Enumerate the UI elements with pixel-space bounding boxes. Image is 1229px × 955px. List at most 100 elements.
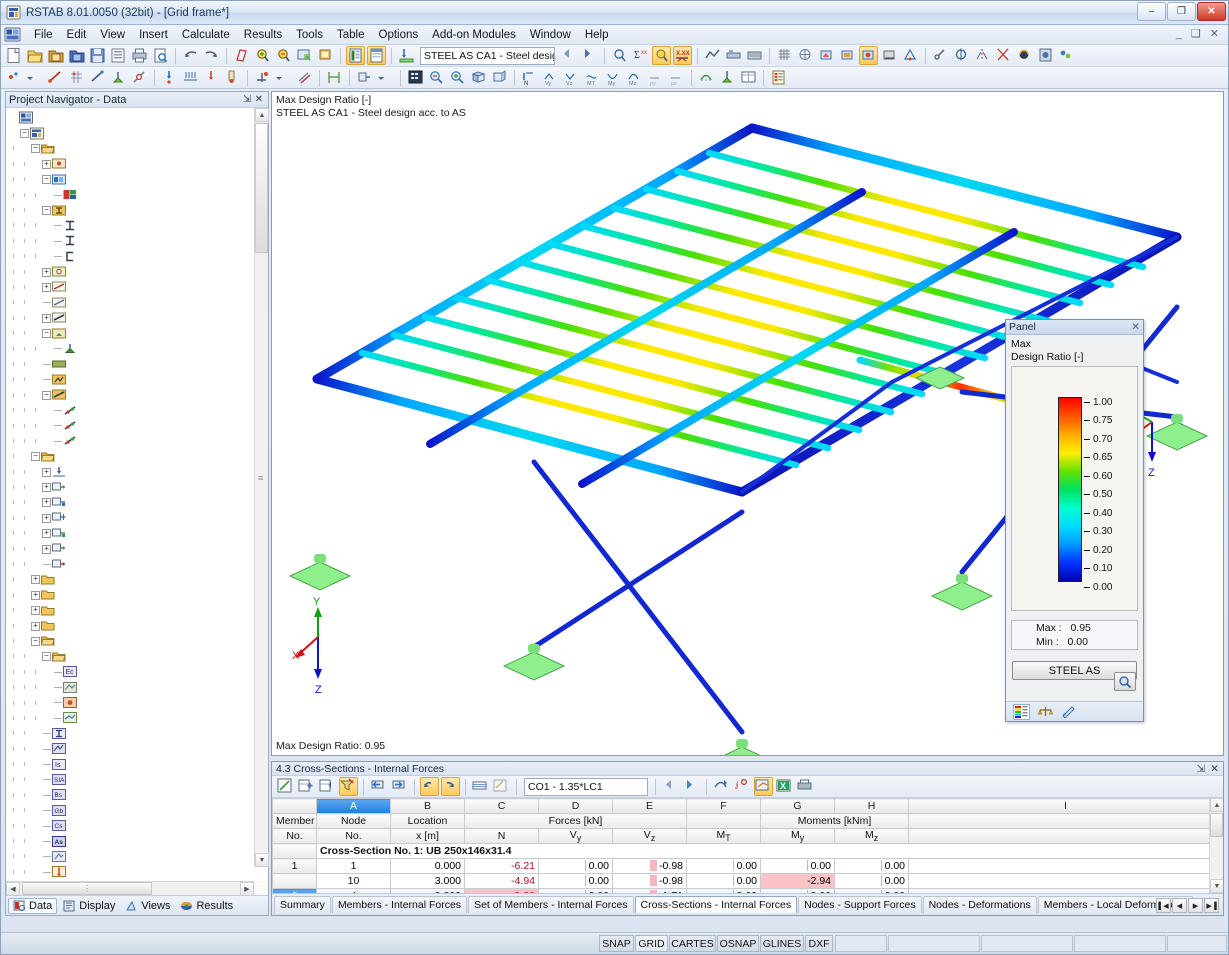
color-scale-icon[interactable] — [1013, 704, 1030, 720]
tab-members-internal-forces[interactable]: Members - Internal Forces — [332, 896, 467, 913]
scroll-thumb[interactable] — [255, 123, 268, 253]
load-case-icon[interactable] — [397, 46, 416, 65]
tree-item-3-pfc-75x40x6-as-nzs-3679-1-30[interactable] — [8, 249, 268, 264]
scroll-up-arrow[interactable]: ▲ — [255, 108, 269, 122]
tree-item-add-on-modules[interactable]: − — [8, 633, 268, 648]
table-load-case-combo[interactable]: CO1 - 1.35*LC1 — [524, 778, 648, 796]
undo-icon[interactable] — [181, 46, 200, 65]
row-number[interactable]: 1 — [273, 859, 317, 874]
dimension-icon[interactable] — [325, 68, 344, 87]
hinge-new-icon[interactable] — [130, 68, 149, 87]
prev-record-button[interactable]: ◀ — [1172, 898, 1187, 913]
dropdown-arrow-icon[interactable] — [376, 68, 395, 87]
table-row[interactable]: 103.000-4.940.00-0.980.00-2.940.00 — [273, 874, 1223, 889]
load-node-icon[interactable] — [160, 68, 179, 87]
mirror-icon[interactable] — [973, 46, 992, 65]
result-vz-icon[interactable]: Vz — [562, 68, 581, 87]
result-py-icon[interactable]: py — [646, 68, 665, 87]
status-grid[interactable]: GRID — [635, 935, 668, 952]
tree-item-2-ub-175x90x16-1-as-nzs-3679-1[interactable] — [8, 233, 268, 248]
table-select-icon[interactable]: ⅈ — [733, 777, 752, 796]
table-redo-icon[interactable] — [441, 777, 460, 796]
tree-item-load-cases-and-combinations[interactable]: − — [8, 449, 268, 464]
nav-tab-views[interactable]: Views — [121, 899, 174, 913]
tree-item-concrete-design-of-concrete-m[interactable] — [8, 679, 268, 694]
cell-node-no[interactable]: 1 — [317, 859, 391, 874]
nav-tab-results[interactable]: Results — [176, 899, 237, 913]
load-member-icon[interactable] — [181, 68, 200, 87]
menu-add-on-modules[interactable]: Add-on Modules — [425, 27, 523, 43]
col-letter-c[interactable]: C — [465, 799, 539, 814]
member-line-icon[interactable] — [88, 68, 107, 87]
tree-item-steel-sia-design-of-steel-members-a[interactable]: SIA — [8, 772, 268, 787]
table-next-col-icon[interactable] — [390, 777, 409, 796]
tree-expander[interactable]: + — [41, 482, 52, 492]
table-row[interactable]: 110.000-6.210.00-0.980.000.000.00 — [273, 859, 1223, 874]
result-n-icon[interactable]: N — [520, 68, 539, 87]
tree-item-cross-sections[interactable]: − — [8, 202, 268, 217]
view-zoom-prev-icon[interactable] — [427, 68, 446, 87]
result-mz-icon[interactable]: Mz — [625, 68, 644, 87]
next-record-button[interactable]: ▶ — [1188, 898, 1203, 913]
menu-window[interactable]: Window — [523, 27, 578, 43]
result-sum-icon[interactable]: Σxx — [631, 46, 650, 65]
nav-tab-display[interactable]: Display — [59, 899, 119, 913]
tree-item-member-nonlinearities[interactable] — [8, 372, 268, 387]
tree-item-materials[interactable]: − — [8, 172, 268, 187]
tree-item-steel-ec3-design-of-steel-memb[interactable]: Ec — [8, 664, 268, 679]
cell-extra[interactable] — [909, 859, 1223, 874]
status-dxf[interactable]: DXF — [805, 935, 833, 952]
copy-obj-icon[interactable] — [295, 68, 314, 87]
tree-item-guide-objects[interactable]: + — [8, 618, 268, 633]
cell-torsion-mt[interactable]: 0.00 — [687, 874, 761, 889]
nav-tab-data[interactable]: Data — [8, 898, 57, 914]
tree-expander[interactable]: + — [41, 282, 52, 292]
tree-item-model-data[interactable]: − — [8, 141, 268, 156]
tree-expander[interactable]: − — [41, 390, 52, 400]
status-osnap[interactable]: OSNAP — [717, 935, 759, 952]
cell-shear-vz[interactable]: -0.98 — [613, 874, 687, 889]
maximize-button[interactable]: ❐ — [1167, 2, 1196, 21]
cell-moment-my[interactable]: 0.00 — [761, 859, 835, 874]
navigator-vertical-scrollbar[interactable]: ▲ ≡ ▼ — [254, 108, 268, 867]
circle-select-icon[interactable] — [952, 46, 971, 65]
tree-expander[interactable]: − — [41, 328, 52, 338]
grid-scroll-thumb[interactable] — [1210, 813, 1223, 837]
tree-expander[interactable]: + — [30, 574, 41, 584]
tree-item-timber-pro-design-of-timber-me[interactable] — [8, 695, 268, 710]
tree-expander[interactable]: + — [41, 544, 52, 554]
magnifier-icon[interactable] — [1114, 672, 1136, 691]
minimize-button[interactable]: – — [1137, 2, 1166, 21]
support-reaction-icon[interactable] — [718, 68, 737, 87]
view-clip-icon[interactable] — [901, 46, 920, 65]
next-case-icon[interactable] — [580, 46, 599, 65]
cell-shear-vy[interactable]: 0.00 — [539, 874, 613, 889]
table-prev-col-icon[interactable] — [369, 777, 388, 796]
table-pin-icon[interactable]: ⇲ — [1196, 763, 1205, 775]
cell-moment-mz[interactable]: 0.00 — [835, 859, 909, 874]
rotate-icon[interactable] — [1015, 46, 1034, 65]
tree-item-hss-design-of-connections-with[interactable] — [8, 710, 268, 725]
table-close-icon[interactable]: ✕ — [1210, 763, 1219, 775]
zoom-in-icon[interactable] — [253, 46, 272, 65]
print-icon[interactable] — [130, 46, 149, 65]
open-recent-icon[interactable] — [46, 46, 65, 65]
tree-item-3-girder-3-members-63-60-57-11-4[interactable] — [8, 433, 268, 448]
tree-item-printout-reports[interactable]: + — [8, 603, 268, 618]
open-file-icon[interactable] — [25, 46, 44, 65]
view-zoom-next-icon[interactable] — [448, 68, 467, 87]
last-record-button[interactable]: ▶▐ — [1204, 898, 1219, 913]
tree-item-grid-frame[interactable]: − — [8, 125, 268, 140]
tree-item-steel-cs-design-of-steel-members-a[interactable]: Cs — [8, 818, 268, 833]
cell-axial-force-n[interactable]: -4.94 — [465, 874, 539, 889]
grid-scroll-down[interactable]: ▼ — [1210, 879, 1223, 893]
tree-item-member-divisions[interactable] — [8, 295, 268, 310]
tree-item-steel-bs-design-of-steel-members-a[interactable]: Bs — [8, 787, 268, 802]
result-values-icon[interactable] — [652, 46, 671, 65]
table-next-icon[interactable] — [682, 777, 701, 796]
tree-item-favorites[interactable]: − — [8, 649, 268, 664]
load-free-icon[interactable] — [202, 68, 221, 87]
tree-item-steel-gb-design-of-steel-members-a[interactable]: Gb — [8, 803, 268, 818]
scroll-left-arrow[interactable]: ◀ — [6, 882, 20, 896]
tree-expander[interactable]: + — [41, 313, 52, 323]
